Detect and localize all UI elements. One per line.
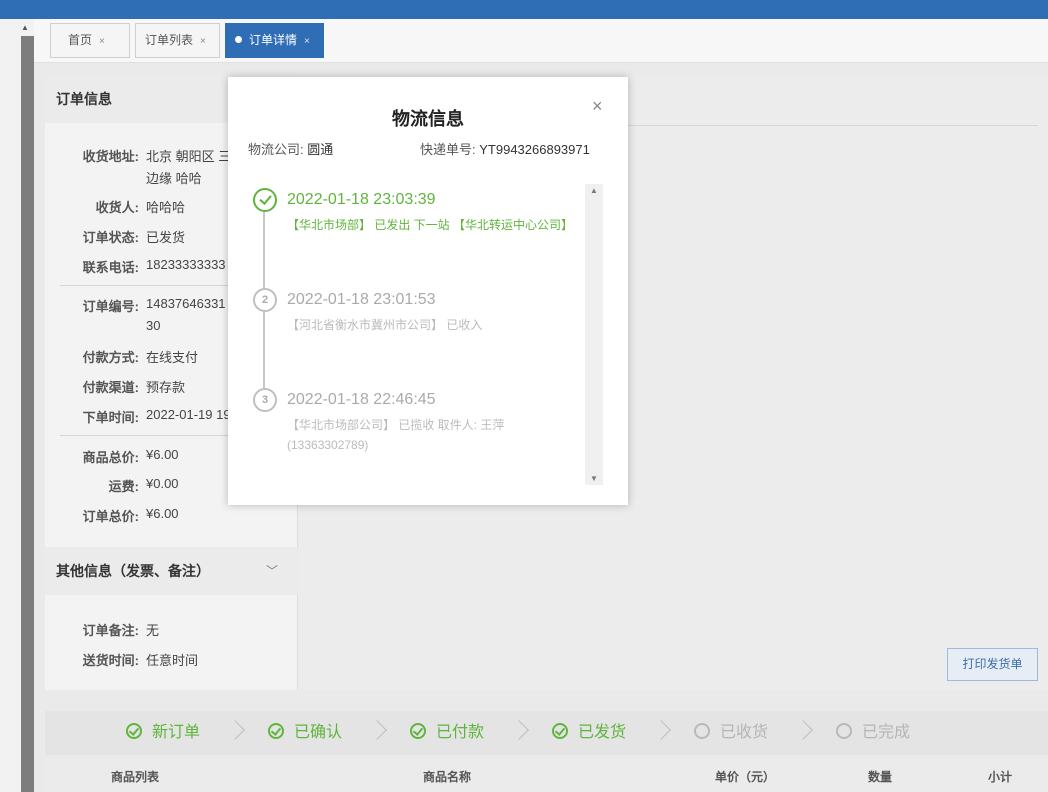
- tracking-number: 快递单号: YT9943266893971: [420, 139, 590, 158]
- active-dot-icon: [235, 36, 242, 43]
- close-icon[interactable]: ×: [304, 36, 310, 47]
- company-label: 物流公司:: [248, 142, 304, 157]
- timeline-scrollbar[interactable]: ▲ ▼: [585, 184, 603, 485]
- event-time: 2022-01-18 23:01:53: [287, 291, 436, 308]
- check-circle-icon: [253, 188, 277, 212]
- company-value: 圆通: [307, 142, 334, 157]
- scroll-up-icon[interactable]: ▲: [21, 23, 29, 32]
- tab-label: 首页: [68, 33, 93, 47]
- scroll-up-icon[interactable]: ▲: [590, 186, 598, 195]
- tracking-label: 快递单号:: [420, 142, 476, 157]
- event-time: 2022-01-18 23:03:39: [287, 191, 436, 208]
- tab-home[interactable]: 首页 ×: [50, 23, 130, 58]
- modal-title: 物流信息: [392, 109, 464, 129]
- tab-label: 订单列表: [145, 33, 194, 47]
- tracking-value: YT9943266893971: [479, 142, 590, 157]
- logistics-company: 物流公司: 圆通: [248, 139, 333, 158]
- timeline-connector: [263, 212, 265, 289]
- scroll-down-icon[interactable]: ▼: [590, 474, 598, 483]
- scrollbar-thumb[interactable]: [21, 36, 34, 792]
- logistics-timeline: 2022-01-18 23:03:39 【华北市场部】 已发出 下一站 【华北转…: [248, 181, 585, 486]
- close-icon[interactable]: ×: [99, 36, 105, 47]
- tab-strip: 首页 × 订单列表 × 订单详情 ×: [34, 19, 1048, 63]
- event-time: 2022-01-18 22:46:45: [287, 391, 436, 408]
- timeline-step-number: 3: [253, 388, 277, 412]
- timeline-connector: [263, 312, 265, 389]
- event-description: 【华北市场部】 已发出 下一站 【华北转运中心公司】: [287, 218, 574, 232]
- tab-order-detail[interactable]: 订单详情 ×: [225, 23, 324, 58]
- left-scrollbar[interactable]: ▲: [0, 19, 34, 792]
- timeline-step-number: 2: [253, 288, 277, 312]
- top-bar: [0, 0, 1048, 19]
- tab-label: 订单详情: [249, 33, 298, 47]
- logistics-modal: 物流信息 × 物流公司: 圆通 快递单号: YT9943266893971 20…: [228, 77, 628, 505]
- event-description: 【华北市场部公司】 已揽收 取件人: 王萍 (13363302789): [287, 418, 505, 452]
- tab-order-list[interactable]: 订单列表 ×: [135, 23, 220, 58]
- event-description: 【河北省衡水市冀州市公司】 已收入: [287, 318, 483, 332]
- close-icon[interactable]: ×: [592, 96, 603, 117]
- close-icon[interactable]: ×: [200, 36, 206, 47]
